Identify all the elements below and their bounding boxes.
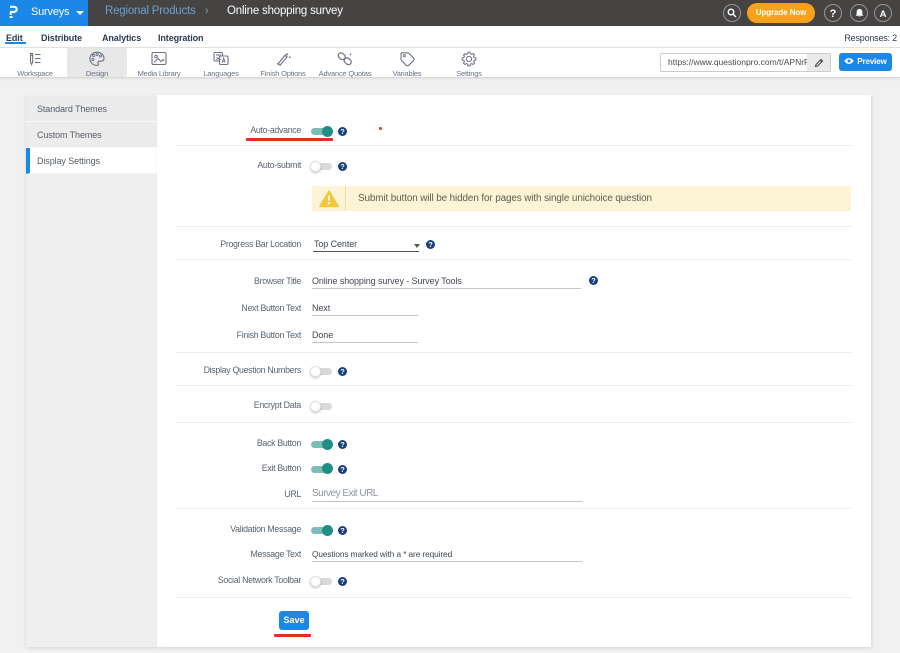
svg-text:?: ?	[340, 127, 345, 136]
svg-text:?: ?	[428, 240, 433, 249]
svg-text:?: ?	[340, 367, 345, 376]
svg-text:?: ?	[340, 465, 345, 474]
svg-text:A: A	[880, 9, 887, 20]
svg-text:?: ?	[830, 8, 837, 20]
svg-text:?: ?	[340, 162, 345, 171]
svg-text:?: ?	[340, 577, 345, 586]
svg-text:?: ?	[340, 440, 345, 449]
svg-text:?: ?	[591, 276, 596, 285]
svg-text:?: ?	[340, 526, 345, 535]
